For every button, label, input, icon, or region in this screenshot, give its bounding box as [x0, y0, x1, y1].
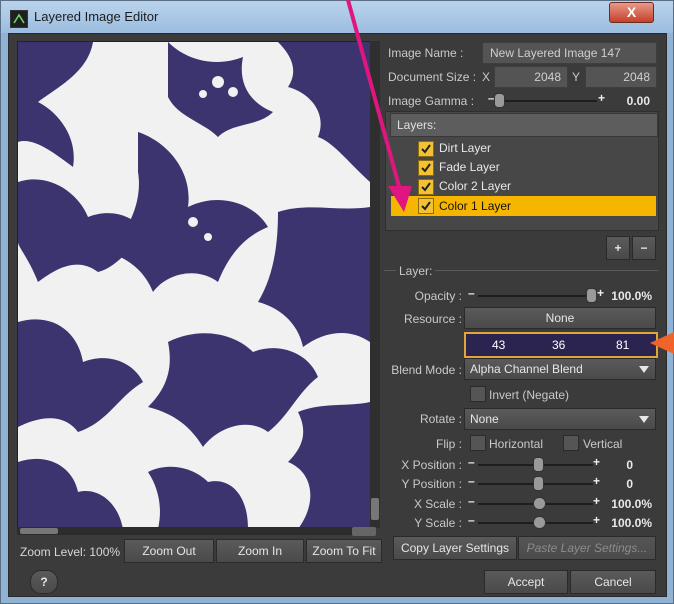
x-label: X	[482, 70, 491, 84]
annotation-arrow-orange	[650, 332, 674, 354]
opacity-slider-knob[interactable]	[586, 288, 597, 303]
y-position-slider-knob[interactable]	[533, 476, 544, 491]
layer-label: Color 1 Layer	[439, 199, 512, 213]
x-scale-plus[interactable]: +	[593, 494, 600, 508]
y-scale-slider-knob[interactable]	[533, 516, 546, 529]
layer-item-dirt[interactable]: Dirt Layer	[414, 139, 656, 158]
horizontal-scroll-thumb[interactable]	[20, 528, 58, 534]
flip-label: Flip :	[435, 437, 462, 451]
opacity-label: Opacity :	[414, 289, 462, 303]
layer-label: Dirt Layer	[439, 141, 492, 155]
y-position-value: 0	[626, 477, 633, 491]
image-preview[interactable]	[17, 41, 371, 530]
window-title: Layered Image Editor	[34, 9, 159, 24]
color-r-value: 43	[492, 338, 506, 352]
zoom-out-button[interactable]: Zoom Out	[124, 539, 214, 563]
y-scale-plus[interactable]: +	[593, 513, 600, 527]
blend-mode-value: Alpha Channel Blend	[470, 362, 583, 376]
x-position-plus[interactable]: +	[593, 455, 600, 469]
color-g-value: 36	[552, 338, 566, 352]
annotation-arrow-magenta	[346, 0, 412, 212]
scroll-arrows[interactable]	[352, 527, 376, 536]
layer-item-color-2[interactable]: Color 2 Layer	[414, 177, 656, 196]
accept-button[interactable]: Accept	[484, 570, 568, 594]
app-icon	[10, 10, 28, 28]
invert-label: Invert (Negate)	[489, 388, 570, 402]
resource-label: Resource :	[403, 312, 462, 326]
x-position-value: 0	[626, 458, 633, 472]
resource-button[interactable]: None	[464, 307, 656, 329]
checkbox-checked-icon[interactable]	[418, 141, 434, 157]
blend-mode-dropdown[interactable]: Alpha Channel Blend	[464, 358, 656, 380]
document-width-value: 2048	[534, 70, 561, 84]
preview-horizontal-scrollbar[interactable]	[17, 527, 369, 535]
color-b-value: 81	[616, 338, 630, 352]
layers-header: Layers:	[390, 113, 658, 137]
zoom-in-button[interactable]: Zoom In	[216, 539, 304, 563]
checkbox-checked-icon[interactable]	[418, 179, 434, 195]
flip-vertical-checkbox[interactable]	[563, 435, 579, 451]
image-name-value: New Layered Image 147	[490, 46, 621, 60]
y-position-plus[interactable]: +	[593, 474, 600, 488]
chevron-down-icon	[639, 416, 649, 423]
chevron-down-icon	[639, 366, 649, 373]
gamma-slider-track[interactable]	[497, 100, 597, 102]
x-position-slider-knob[interactable]	[533, 457, 544, 472]
flip-vertical-label: Vertical	[583, 437, 623, 451]
gamma-plus[interactable]: +	[598, 91, 605, 105]
y-scale-label: Y Scale :	[414, 516, 462, 530]
opacity-slider-track[interactable]	[478, 295, 593, 297]
document-height-value: 2048	[623, 70, 650, 84]
x-position-label: X Position :	[401, 458, 462, 472]
pattern-image	[18, 42, 370, 529]
layer-item-color-1[interactable]: Color 1 Layer	[391, 196, 656, 216]
x-scale-minus[interactable]: –	[468, 494, 475, 508]
gamma-slider-knob[interactable]	[494, 93, 505, 108]
y-scale-minus[interactable]: –	[468, 513, 475, 527]
add-layer-button[interactable]: +	[606, 236, 630, 260]
flip-horizontal-label: Horizontal	[489, 437, 544, 451]
opacity-value: 100.0%	[611, 289, 652, 303]
y-position-label: Y Position :	[401, 477, 462, 491]
close-button[interactable]: X	[609, 2, 654, 23]
zoom-level-label: Zoom Level: 100%	[20, 545, 121, 559]
invert-checkbox[interactable]	[470, 386, 486, 402]
rotate-label: Rotate :	[419, 412, 462, 426]
cancel-button[interactable]: Cancel	[570, 570, 656, 594]
layer-label: Color 2 Layer	[439, 179, 512, 193]
layer-label: Fade Layer	[439, 160, 500, 174]
paste-layer-settings-button[interactable]: Paste Layer Settings...	[518, 536, 656, 560]
remove-layer-button[interactable]: −	[632, 236, 656, 260]
help-button[interactable]: ?	[30, 570, 58, 594]
document-height-field[interactable]: 2048	[585, 66, 657, 88]
y-label: Y	[572, 70, 581, 84]
document-width-field[interactable]: 2048	[494, 66, 568, 88]
gamma-value: 0.00	[626, 94, 650, 108]
image-name-field[interactable]: New Layered Image 147	[482, 42, 657, 64]
copy-layer-settings-button[interactable]: Copy Layer Settings	[393, 536, 517, 560]
checkbox-checked-icon[interactable]	[418, 160, 434, 176]
layer-group-label: Layer:	[396, 264, 436, 278]
vertical-scroll-thumb[interactable]	[371, 498, 379, 520]
zoom-to-fit-button[interactable]: Zoom To Fit	[306, 539, 382, 563]
blend-mode-label: Blend Mode :	[391, 363, 462, 377]
rotate-value: None	[470, 412, 499, 426]
rotate-dropdown[interactable]: None	[464, 408, 656, 430]
x-position-minus[interactable]: –	[468, 455, 475, 469]
layer-color-swatch[interactable]: 43 36 81	[464, 332, 658, 358]
x-scale-value: 100.0%	[611, 497, 652, 511]
y-scale-value: 100.0%	[611, 516, 652, 530]
x-scale-label: X Scale :	[413, 497, 462, 511]
checkbox-checked-icon[interactable]	[418, 198, 434, 214]
layer-item-fade[interactable]: Fade Layer	[414, 158, 656, 177]
x-scale-slider-knob[interactable]	[533, 497, 546, 510]
opacity-minus[interactable]: –	[468, 286, 475, 300]
title-bar[interactable]: Layered Image Editor X	[1, 1, 673, 33]
y-position-minus[interactable]: –	[468, 474, 475, 488]
flip-horizontal-checkbox[interactable]	[470, 435, 486, 451]
